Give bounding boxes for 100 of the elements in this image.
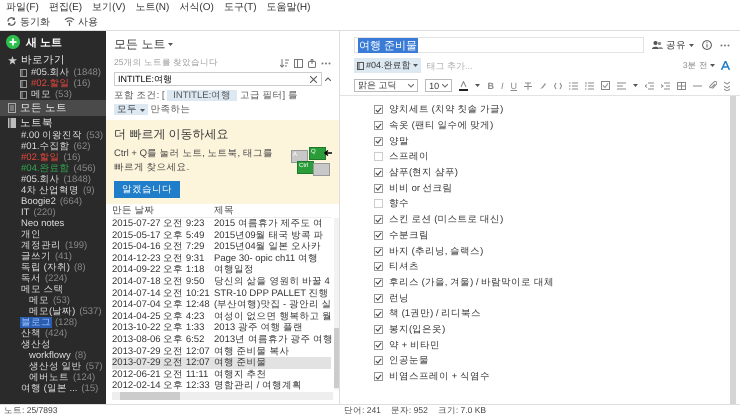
updated-time[interactable]: 3분 전 (682, 60, 715, 72)
notebook-item[interactable]: 독립 (자취) (8) (0, 262, 106, 273)
checkbox[interactable] (374, 309, 383, 318)
menu-item[interactable]: 노트(N) (135, 0, 170, 14)
checkbox[interactable] (374, 121, 383, 130)
scrollbar-thumb[interactable] (120, 392, 180, 400)
shortcuts-heading[interactable]: 바로가기 (0, 53, 106, 67)
checkbox[interactable] (374, 230, 383, 240)
note-row[interactable]: 2013-10-22 오후 1:33 2013 광주 여행 플랜 (112, 322, 331, 334)
note-row[interactable]: 2012-02-14 오후 12:33 명함관리 / 여행계획 (112, 380, 331, 392)
notebook-item[interactable]: 메모 (53) (0, 295, 106, 306)
new-note-button[interactable]: 새 노트 (0, 31, 106, 53)
highlighter-icon[interactable] (539, 82, 547, 90)
note-row[interactable]: 2012-06-21 오전 11:11 여행지 추천 (112, 368, 331, 380)
notebook-item[interactable]: #05.회사 (1848) (0, 174, 106, 185)
notebook-item[interactable]: 생산성 (0, 339, 106, 350)
notebook-item[interactable]: Boogie2 (664) (0, 196, 106, 207)
notebooks-heading[interactable]: 노트북 (0, 116, 106, 130)
format-button[interactable]: U (510, 80, 517, 90)
notebook-selector[interactable]: #04.완료함 (354, 58, 421, 73)
notebook-item[interactable]: 블로그 (128) (0, 317, 106, 328)
sort-icon[interactable] (280, 58, 289, 68)
close-icon[interactable] (310, 76, 317, 82)
align-icon[interactable] (617, 82, 626, 90)
note-row[interactable]: 2013-08-06 오후 6:52 2013년 여름휴가 광주 여행 (112, 334, 331, 346)
note-row[interactable]: 2014-07-14 오전 10:21 STR-10 DPP PALLET 진행 (112, 288, 331, 300)
scrollbar-thumb[interactable] (334, 328, 339, 388)
checkbox[interactable] (374, 215, 383, 224)
checkbox[interactable] (374, 105, 383, 114)
got-it-button[interactable]: 알겠습니다 (114, 181, 180, 198)
collapse-icon[interactable] (325, 77, 331, 81)
format-button[interactable]: I (500, 80, 504, 90)
note-row[interactable]: 2014-12-23 오전 9:31 Page 30- opic ch11 여행 (112, 252, 331, 264)
notebook-item[interactable]: 에버노트 (124) (0, 372, 106, 383)
notebook-item[interactable]: Neo notes (0, 218, 106, 229)
notebook-item[interactable]: #.00 이왕진작 (53) (0, 130, 106, 141)
list-title[interactable]: 모든 노트 (114, 36, 331, 53)
shortcut-item[interactable]: #02.할일 (16) (0, 78, 106, 89)
table-icon[interactable] (677, 82, 686, 90)
checkbox[interactable] (374, 340, 383, 350)
info-icon[interactable] (702, 40, 712, 50)
code-icon[interactable] (554, 82, 562, 90)
strikethrough-icon[interactable] (524, 82, 532, 90)
font-size-select[interactable]: 10 (425, 79, 452, 92)
checkbox[interactable] (374, 262, 383, 272)
checkbox[interactable] (374, 324, 383, 334)
bullet-list-icon[interactable] (569, 82, 578, 90)
checkbox[interactable] (374, 136, 383, 146)
menu-item[interactable]: 편집(E) (48, 0, 82, 14)
checkbox[interactable] (374, 356, 383, 366)
notebook-item[interactable]: 생산성 일반 (57) (0, 361, 106, 372)
notebook-item[interactable]: 여행 (일본 ... (15) (0, 383, 106, 394)
notebook-item[interactable]: 산책 (424) (0, 328, 106, 339)
share-icon[interactable] (308, 58, 316, 68)
text-color-icon[interactable] (459, 80, 468, 90)
column-header[interactable]: 제목 (214, 204, 331, 217)
horizontal-rule-icon[interactable] (693, 84, 702, 86)
shortcut-item[interactable]: #05.회사 (1848) (0, 67, 106, 78)
checkbox[interactable] (374, 246, 383, 256)
note-row[interactable]: 2015-05-17 오후 5:49 2015년09월 태국 방콕 파 (112, 230, 331, 242)
menu-item[interactable]: 서식(O) (179, 0, 214, 14)
share-button[interactable]: 공유 (652, 38, 694, 52)
note-row[interactable]: 2014-07-18 오전 9:50 당신의 삶을 영원히 바꿀 4 (112, 276, 331, 288)
notebook-item[interactable]: IT (220) (0, 207, 106, 218)
checkbox[interactable] (374, 152, 383, 162)
attachment-icon[interactable] (709, 81, 717, 90)
notebook-item[interactable]: 메모(날짜) (537) (0, 306, 106, 317)
note-row[interactable]: 2013-07-29 오전 12:07 여행 준비물 (112, 357, 331, 369)
note-row[interactable]: 2013-07-29 오전 12:07 여행 준비물 복사 (112, 346, 331, 358)
notebook-item[interactable]: 독서 (224) (0, 273, 106, 284)
notebook-item[interactable]: 메모 스택 (0, 284, 106, 295)
view-icon[interactable] (294, 58, 303, 68)
font-style-icon[interactable] (721, 61, 730, 70)
notebook-item[interactable]: 개인 (0, 229, 106, 240)
format-button[interactable]: B (487, 80, 494, 90)
title-field[interactable]: 여행 준비물 (354, 37, 644, 53)
toolbar-button[interactable]: 동기화 (6, 14, 50, 28)
menu-item[interactable]: 보기(V) (92, 0, 126, 14)
scrollbar-thumb[interactable] (730, 96, 736, 404)
indent-icon[interactable] (661, 82, 670, 90)
all-notes-item[interactable]: 모든 노트 (0, 100, 106, 116)
column-header[interactable]: 만든 날짜 (112, 204, 214, 217)
checkbox[interactable] (374, 372, 383, 382)
notebook-item[interactable]: #01.수집함 (62) (0, 141, 106, 152)
notebook-item[interactable]: 글쓰기 (41) (0, 251, 106, 262)
note-row[interactable]: 2014-09-22 오후 1:18 여행일정 (112, 264, 331, 276)
shortcut-item[interactable]: 메모 (53) (0, 89, 106, 100)
toolbar-button[interactable]: 사용 (64, 14, 98, 28)
checkbox-icon[interactable] (601, 81, 610, 90)
note-row[interactable]: 2015-07-27 오전 9:23 2015 여름휴가 제주도 여 (112, 218, 331, 230)
notebook-item[interactable]: 계정관리 (199) (0, 240, 106, 251)
checkbox[interactable] (374, 199, 383, 208)
notebook-item[interactable]: #02.할일 (16) (0, 152, 106, 163)
note-row[interactable]: 2014-04-25 오후 4:23 여성이 없으면 행복하고 월 (112, 310, 331, 322)
note-row[interactable]: 2014-07-04 오후 12:48 (부산여행)맛집 - 광안리 실 (112, 299, 331, 311)
menu-item[interactable]: 도움말(H) (266, 0, 310, 14)
notebook-item[interactable]: workflowy (8) (0, 350, 106, 361)
menu-item[interactable]: 도구(T) (224, 0, 257, 14)
note-row[interactable]: 2015-04-16 오전 7:29 2015년04월 일본 오사카 (112, 241, 331, 253)
checkbox[interactable] (374, 294, 383, 303)
